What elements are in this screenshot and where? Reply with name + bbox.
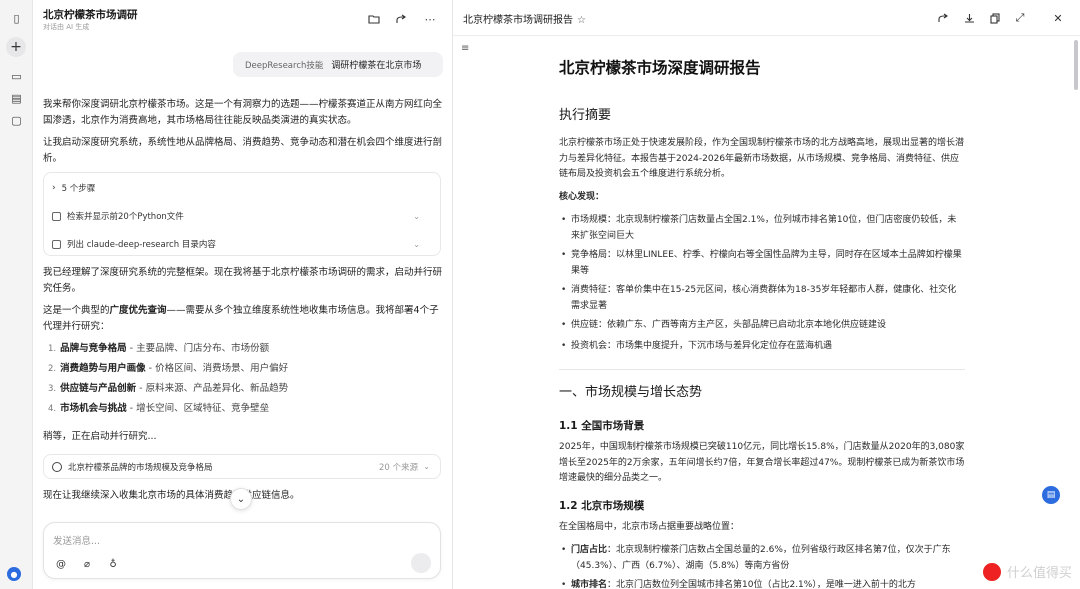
list-item: 消费特征：客单价集中在15-25元区间，核心消费群体为18-35岁年轻都市人群，… <box>559 283 965 314</box>
source-count: 20 个来源 <box>378 462 418 473</box>
report-title: 北京柠檬茶市场深度调研报告 <box>559 59 761 77</box>
mention-icon[interactable]: @ <box>54 557 68 571</box>
step-item[interactable]: 列出 claude-deep-research 目录内容 ⌄ <box>52 237 430 251</box>
left-rail: ▯ + ▭ ▤ ▢ ● <box>0 0 33 589</box>
source-label: 北京柠檬茶品牌的市场规模及竞争格局 <box>68 462 213 473</box>
report-tab-title: 北京柠檬茶市场调研报告 ☆ <box>463 15 586 26</box>
chat-subtitle: 对话由 AI 生成 <box>43 23 90 31</box>
library-icon[interactable]: ▤ <box>8 90 25 107</box>
globe-icon <box>52 461 62 472</box>
task-list: 1. 品牌与竞争格局 - 主要品牌、门店分布、市场份额 2. 消费趋势与用户画像 -… <box>48 339 288 419</box>
document-icon[interactable]: ▢ <box>8 112 25 129</box>
assistant-paragraph: 我来帮你深度调研北京柠檬茶市场。这是一个有洞察力的选题——柠檬茶赛道正从南方网红… <box>43 99 443 126</box>
assistant-paragraph: 我已经理解了深度研究系统的完整框架。现在我将基于北京柠檬茶市场调研的需求，启动并… <box>43 267 443 294</box>
scrollbar[interactable] <box>1074 40 1078 90</box>
chevron-right-icon: › <box>52 183 56 193</box>
chat-header: 北京柠檬茶市场调研 对话由 AI 生成 ⋯ <box>33 0 453 38</box>
message-input[interactable]: 发送消息... <box>53 533 100 547</box>
assistant-paragraph: 稍等，正在启动并行研究... <box>43 431 157 442</box>
scroll-down-button[interactable]: ⌄ <box>230 488 252 510</box>
app-window: ▯ + ▭ ▤ ▢ ● 北京柠檬茶市场调研 对话由 AI 生成 ⋯ DeepRe… <box>0 0 1080 589</box>
paragraph: 在全国格局中，北京市场占据重要战略位置： <box>559 522 740 532</box>
list-item: 门店占比：北京现制柠檬茶门店数占全国总量的2.6%，位列省级行政区排名第7位，仅… <box>559 543 965 574</box>
assistant-paragraph: 这是一个典型的广度优先查询——需要从多个独立维度系统性地收集市场信息。我将部署4… <box>43 305 439 332</box>
report-panel: 北京柠檬茶市场调研报告 ☆ ⤢ ✕ ≡ 北京柠檬茶市场深度调研报告 执行摘要 北京… <box>453 0 1080 589</box>
attachment-icon[interactable]: ⌀ <box>80 557 94 571</box>
paragraph: 2025年，中国现制柠檬茶市场规模已突破110亿元，同比增长15.8%，门店数量… <box>559 442 965 483</box>
list-item: 市场规模：北京现制柠檬茶门店数量占全国2.1%，位列城市排名第10位，但门店密度… <box>559 213 965 244</box>
close-icon[interactable]: ✕ <box>1050 10 1066 26</box>
key-findings-label: 核心发现： <box>559 192 605 202</box>
download-icon[interactable] <box>961 10 977 26</box>
subsection-heading: 1.2 北京市场规模 <box>559 500 645 512</box>
watermark-logo-icon <box>982 562 1001 581</box>
list-item: 4. 市场机会与挑战 - 增长空间、区域特征、竞争壁垒 <box>48 403 270 414</box>
folder-icon[interactable] <box>366 11 382 27</box>
more-icon[interactable]: ⋯ <box>422 11 438 27</box>
report-header: 北京柠檬茶市场调研报告 ☆ ⤢ ✕ <box>453 0 1080 36</box>
list-item: 供应链：依赖广东、广西等南方主产区，头部品牌已启动北京本地化供应链建设 <box>559 318 965 334</box>
folder-icon[interactable]: ▭ <box>8 68 25 85</box>
star-icon[interactable]: ☆ <box>577 15 586 26</box>
sidebar-toggle-icon[interactable]: ▯ <box>8 10 25 27</box>
source-card[interactable]: 北京柠檬茶品牌的市场规模及竞争格局 20 个来源 ⌄ <box>43 454 441 479</box>
list-item: 投资机会：市场集中度提升，下沉市场与差异化定位存在蓝海机遇 <box>559 339 965 355</box>
subsection-heading: 1.1 全国市场背景 <box>559 420 645 432</box>
list-item: 3. 供应链与产品创新 - 原料来源、产品差异化、新品趋势 <box>48 383 289 394</box>
copy-icon[interactable] <box>987 10 1003 26</box>
message-composer[interactable]: 发送消息... @ ⌀ ♁ <box>43 522 441 579</box>
lightbulb-icon[interactable]: ♁ <box>106 557 120 571</box>
paragraph: 北京柠檬茶市场正处于快速发展阶段，作为全国现制柠檬茶市场的北方战略高地，展现出显… <box>559 138 965 179</box>
chat-bubble-button[interactable]: ▤ <box>1042 486 1060 504</box>
list-item: 2. 消费趋势与用户画像 - 价格区间、消费场景、用户偏好 <box>48 363 289 374</box>
terminal-icon <box>52 211 61 221</box>
user-message: DeepResearch技能 调研柠檬茶在北京市场 <box>233 52 443 77</box>
list-item: 竞争格局：以林里LINLEE、柠季、柠檬向右等全国性品牌为主导，同时存在区域本土… <box>559 248 965 279</box>
terminal-icon <box>52 239 61 249</box>
step-item[interactable]: 检索并显示前20个Python文件 ⌄ <box>52 209 430 223</box>
share-icon[interactable] <box>393 11 409 27</box>
list-item: 城市排名：北京门店数位列全国城市排名第10位（占比2.1%），是唯一进入前十的北… <box>559 578 965 589</box>
user-message-text: 调研柠檬茶在北京市场 <box>331 61 422 71</box>
chevron-down-icon: ⌄ <box>413 239 420 249</box>
steps-summary[interactable]: › 5 个步骤 <box>52 181 95 195</box>
send-button[interactable] <box>411 553 431 573</box>
skill-tag[interactable]: DeepResearch技能 <box>245 59 323 71</box>
share-icon[interactable] <box>935 10 951 26</box>
watermark: 什么值得买 <box>982 562 1072 581</box>
steps-card: › 5 个步骤 检索并显示前20个Python文件 ⌄ 列出 claude-de… <box>43 172 441 256</box>
list-item: 1. 品牌与竞争格局 - 主要品牌、门店分布、市场份额 <box>48 343 270 354</box>
assistant-paragraph: 让我启动深度研究系统，系统性地从品牌格局、消费趋势、竞争动态和潜在机会四个维度进… <box>43 137 443 164</box>
chat-title: 北京柠檬茶市场调研 <box>43 9 138 21</box>
user-avatar[interactable]: ● <box>7 567 21 581</box>
new-chat-button[interactable]: + <box>6 37 26 57</box>
section-heading: 一、市场规模与增长态势 <box>559 385 703 400</box>
divider <box>559 369 965 370</box>
chevron-down-icon: ⌄ <box>413 211 420 221</box>
section-heading: 执行摘要 <box>559 108 612 123</box>
toc-icon[interactable]: ≡ <box>461 43 475 57</box>
expand-icon[interactable]: ⤢ <box>1012 10 1028 26</box>
chevron-down-icon: ⌄ <box>423 462 430 471</box>
